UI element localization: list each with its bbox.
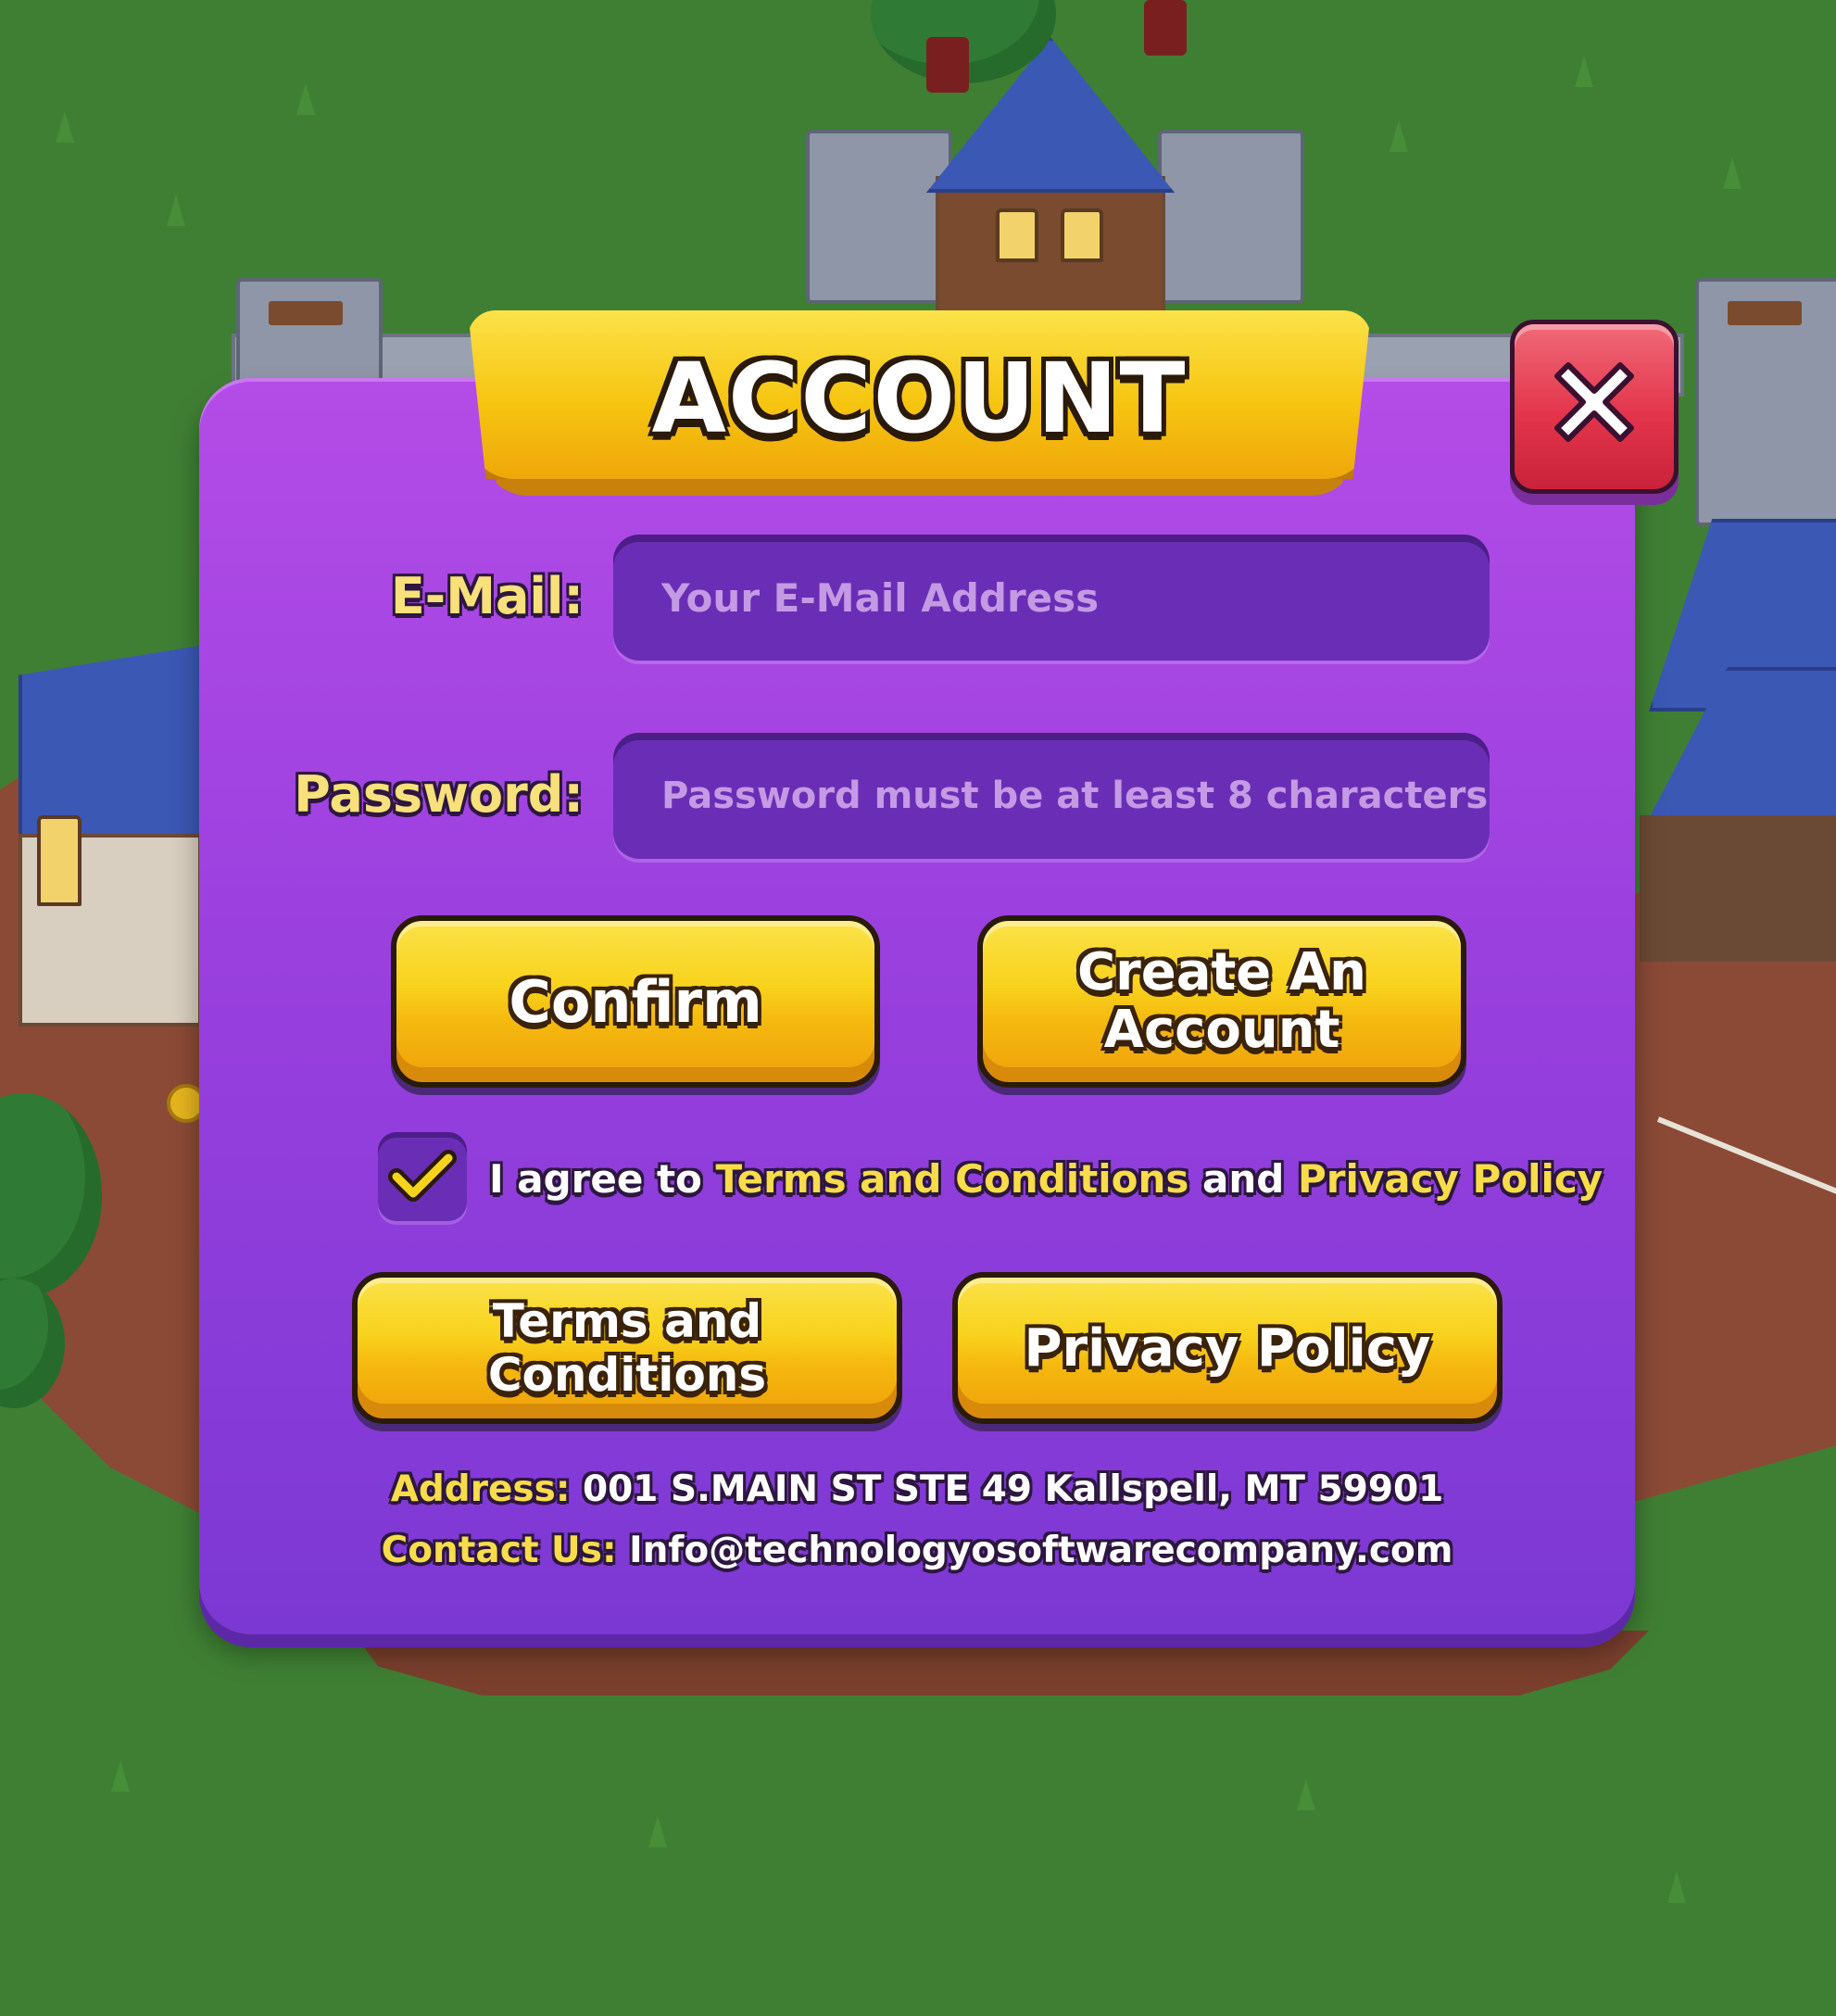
password-label: Password:	[294, 765, 584, 824]
terms-link[interactable]: Terms and Conditions	[716, 1156, 1189, 1202]
tree-trunk	[926, 37, 969, 93]
keep-window	[996, 208, 1038, 262]
terms-button-label: Terms and Conditions	[487, 1294, 767, 1402]
grass-tuft	[1667, 1871, 1686, 1903]
grass-tuft	[1297, 1779, 1315, 1810]
password-field[interactable]	[613, 733, 1490, 859]
confirm-button-label: Confirm	[509, 967, 762, 1036]
keep-building	[936, 176, 1165, 332]
tree-trunk	[1144, 0, 1187, 56]
grass-tuft	[1390, 120, 1408, 152]
address-value: 001 S.MAIN ST STE 49 Kallspell, MT 59901	[583, 1468, 1444, 1510]
confirm-button[interactable]: Confirm	[391, 915, 880, 1088]
email-label: E-Mail:	[390, 567, 584, 625]
contact-line: Contact Us: Info@technologyosoftwarecomp…	[199, 1523, 1635, 1579]
create-account-button-label: Create An Account	[1077, 942, 1366, 1060]
tower-opening	[269, 301, 343, 325]
agreement-prefix: I agree to	[489, 1156, 702, 1202]
terms-button[interactable]: Terms and Conditions	[352, 1272, 902, 1424]
grass-tuft	[167, 195, 185, 226]
email-field[interactable]	[613, 535, 1490, 661]
grass-tuft	[1723, 158, 1742, 189]
grass-tuft	[648, 1816, 667, 1847]
keep-tower-right	[1158, 130, 1304, 304]
grass-tuft	[111, 1760, 130, 1792]
house-right	[1640, 815, 1836, 962]
contact-email[interactable]: Info@technologyosoftwarecompany.com	[629, 1530, 1452, 1571]
grass-tuft	[56, 111, 74, 143]
agreement-text: I agree to Terms and Conditions and Priv…	[489, 1149, 1603, 1210]
privacy-button[interactable]: Privacy Policy	[952, 1272, 1503, 1424]
address-label: Address:	[390, 1468, 571, 1510]
close-button[interactable]	[1510, 320, 1679, 494]
checkmark-icon	[388, 1150, 457, 1202]
grass-tuft	[1575, 56, 1593, 87]
agree-checkbox[interactable]	[378, 1132, 467, 1221]
contact-label: Contact Us:	[381, 1530, 617, 1571]
dialog-title: ACCOUNT	[651, 342, 1188, 455]
keep-tower-left	[806, 130, 952, 304]
address-line: Address: 001 S.MAIN ST STE 49 Kallspell,…	[199, 1462, 1635, 1518]
game-scene: ACCOUNT E-Mail: Password: Confirm Create…	[0, 0, 1836, 2016]
close-x-icon	[1554, 362, 1634, 442]
create-account-button[interactable]: Create An Account	[977, 915, 1466, 1088]
keep-window	[1061, 208, 1103, 262]
tower-opening	[1728, 301, 1802, 325]
house-window	[37, 815, 82, 906]
privacy-button-label: Privacy Policy	[1024, 1317, 1431, 1379]
privacy-link[interactable]: Privacy Policy	[1298, 1156, 1603, 1202]
agreement-conjunction: and	[1202, 1156, 1285, 1202]
dirt-edge	[352, 1631, 1649, 1695]
grass-tuft	[296, 83, 315, 115]
